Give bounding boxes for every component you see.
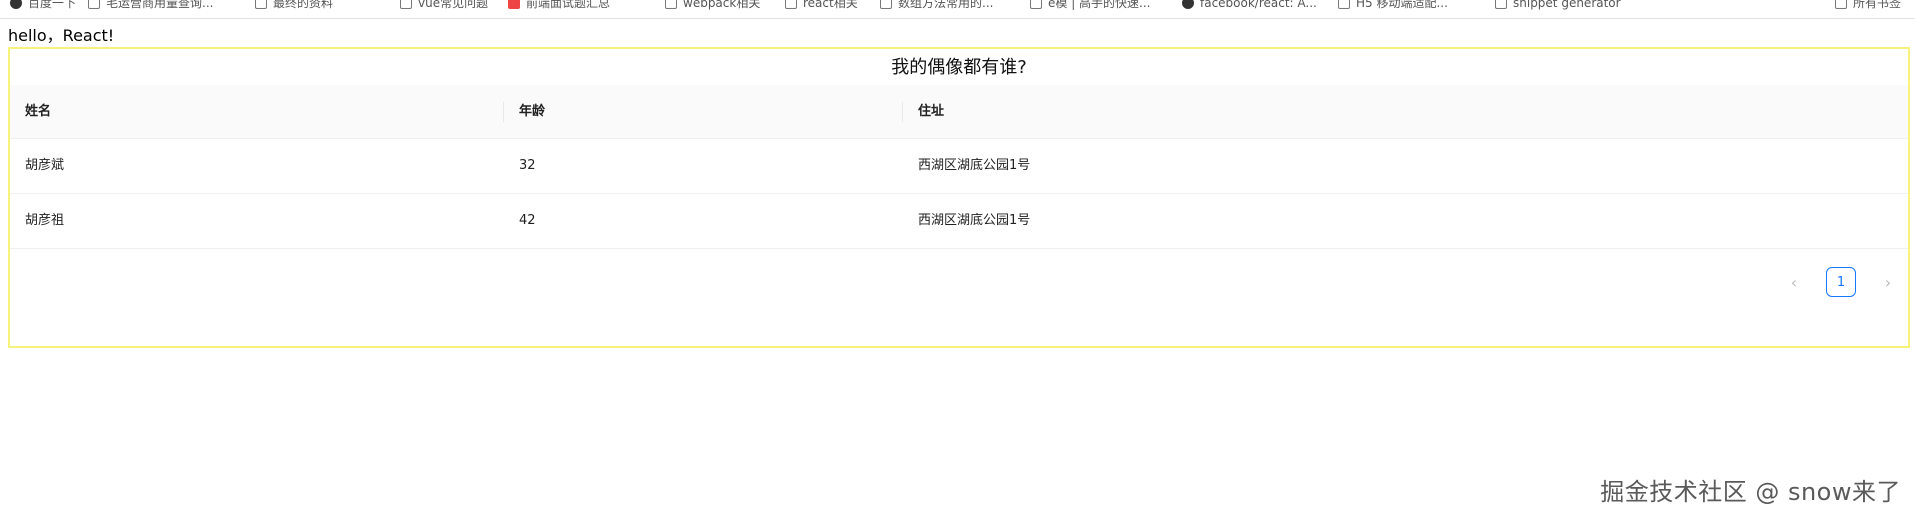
bookmark-item-all[interactable]: 所有书签 — [1835, 0, 1901, 12]
pagination: ‹ 1 › — [1778, 266, 1904, 298]
bookmark-label: 毛运营商用量查询... — [106, 0, 214, 10]
bookmark-label: 最终的资料 — [273, 0, 334, 10]
hello-text: hello，React! — [8, 26, 115, 45]
bookmark-item[interactable]: react相关 — [785, 0, 858, 12]
chevron-left-icon[interactable]: ‹ — [1778, 266, 1810, 298]
news-icon — [508, 0, 520, 9]
folder-icon — [1835, 0, 1847, 9]
bookmark-label: facebook/react: A... — [1200, 0, 1317, 10]
bookmark-label: react相关 — [803, 0, 858, 10]
bookmark-item[interactable]: facebook/react: A... — [1182, 0, 1317, 12]
star-icon — [1495, 0, 1507, 9]
column-header-name: 姓名 — [10, 85, 504, 138]
github-icon — [1182, 0, 1194, 9]
column-header-address: 住址 — [918, 104, 945, 119]
table-row: 胡彦祖 42 西湖区湖底公园1号 — [10, 194, 1908, 249]
folder-icon — [785, 0, 797, 9]
folder-icon — [665, 0, 677, 9]
bookmark-label: 百度一下 — [28, 0, 77, 10]
bookmark-label: H5 移动端适配... — [1356, 0, 1448, 10]
cell-address: 西湖区湖底公园1号 — [918, 158, 1031, 173]
bookmark-item[interactable]: vue常见问题 — [400, 0, 488, 12]
folder-icon — [880, 0, 892, 9]
bookmark-item[interactable]: e模 | 高手的快速... — [1030, 0, 1151, 12]
bookmark-label: e模 | 高手的快速... — [1048, 0, 1151, 10]
cell-address: 西湖区湖底公园1号 — [918, 213, 1031, 228]
bookmark-label: 所有书签 — [1853, 0, 1902, 10]
table-header: 姓名 年龄 住址 — [10, 85, 1908, 139]
leaf-icon — [88, 0, 100, 9]
cell-age: 42 — [519, 213, 536, 228]
cell-age: 32 — [519, 158, 536, 173]
bookmark-item[interactable]: snippet generator — [1495, 0, 1621, 12]
bookmark-item[interactable]: 前端面试题汇总 — [508, 0, 610, 12]
bookmark-label: vue常见问题 — [418, 0, 489, 10]
bookmark-icon — [1030, 0, 1042, 9]
baidu-icon — [10, 0, 22, 9]
table-row: 胡彦斌 32 西湖区湖底公园1号 — [10, 139, 1908, 194]
column-header-age: 年龄 — [504, 85, 903, 138]
bookmark-label: webpack相关 — [683, 0, 761, 10]
bookmark-label: 数组方法常用的... — [898, 0, 994, 10]
bookmarks-bar: 百度一下 毛运营商用量查询... 最终的资料 vue常见问题 前端面试题汇总 w… — [0, 0, 1915, 19]
bookmark-item[interactable]: 百度一下 — [10, 0, 76, 12]
bookmark-item[interactable]: 最终的资料 — [255, 0, 333, 12]
bookmark-item[interactable]: 数组方法常用的... — [880, 0, 993, 12]
cell-name: 胡彦斌 — [25, 158, 65, 173]
bookmark-label: snippet generator — [1513, 0, 1621, 10]
folder-icon — [255, 0, 267, 9]
folder-icon — [400, 0, 412, 9]
table-title: 我的偶像都有谁? — [891, 57, 1027, 78]
cell-name: 胡彦祖 — [25, 213, 65, 228]
page-button-current[interactable]: 1 — [1826, 267, 1856, 297]
watermark: 掘金技术社区 @ snow来了 — [1600, 478, 1901, 506]
chevron-right-icon[interactable]: › — [1872, 266, 1904, 298]
table-card: 我的偶像都有谁? 姓名 年龄 住址 胡彦斌 32 西湖区湖底公园1号 胡彦祖 4… — [8, 47, 1910, 348]
bookmark-item[interactable]: H5 移动端适配... — [1338, 0, 1448, 12]
bookmark-item[interactable]: webpack相关 — [665, 0, 760, 12]
site-icon — [1338, 0, 1350, 9]
bookmark-label: 前端面试题汇总 — [526, 0, 611, 10]
bookmark-item[interactable]: 毛运营商用量查询... — [88, 0, 213, 12]
